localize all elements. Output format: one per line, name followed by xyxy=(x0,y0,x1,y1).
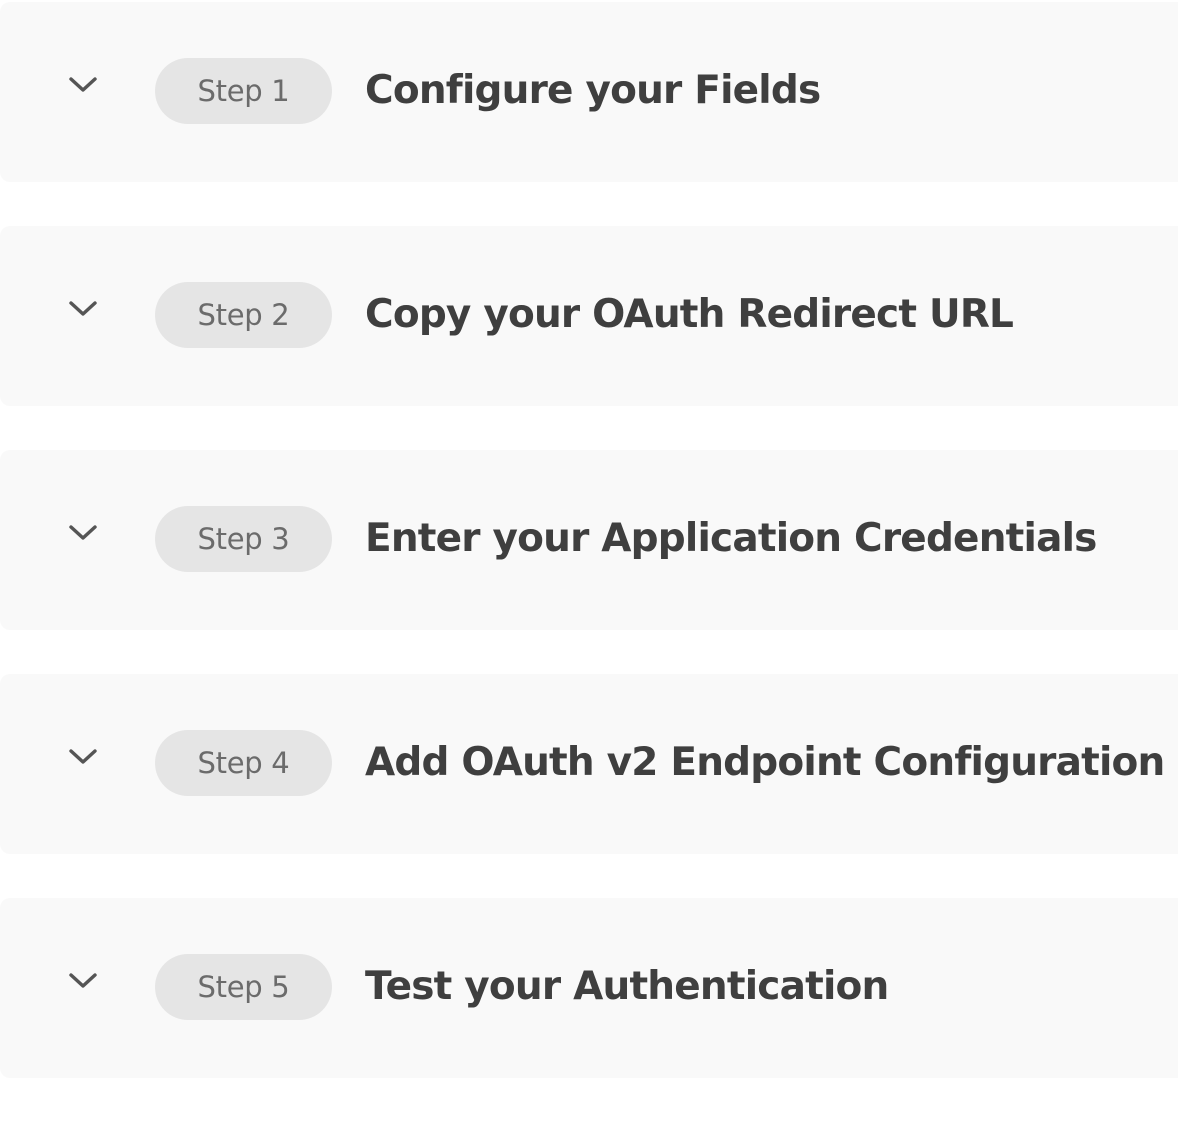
step-title: Copy your OAuth Redirect URL xyxy=(365,292,1014,337)
step-5-header[interactable]: Step 5 Test your Authentication xyxy=(0,898,1178,1078)
step-badge: Step 5 xyxy=(155,954,332,1020)
step-badge: Step 4 xyxy=(155,730,332,796)
step-4-header[interactable]: Step 4 Add OAuth v2 Endpoint Configurati… xyxy=(0,674,1178,854)
step-title: Enter your Application Credentials xyxy=(365,516,1097,561)
step-badge: Step 3 xyxy=(155,506,332,572)
step-title: Add OAuth v2 Endpoint Configuration xyxy=(365,740,1165,785)
step-3-header[interactable]: Step 3 Enter your Application Credential… xyxy=(0,450,1178,630)
chevron-down-icon[interactable] xyxy=(67,522,99,544)
step-title: Configure your Fields xyxy=(365,68,821,113)
step-badge: Step 1 xyxy=(155,58,332,124)
step-badge: Step 2 xyxy=(155,282,332,348)
step-1-header[interactable]: Step 1 Configure your Fields xyxy=(0,2,1178,182)
chevron-down-icon[interactable] xyxy=(67,746,99,768)
chevron-down-icon[interactable] xyxy=(67,970,99,992)
step-2-header[interactable]: Step 2 Copy your OAuth Redirect URL xyxy=(0,226,1178,406)
chevron-down-icon[interactable] xyxy=(67,74,99,96)
step-title: Test your Authentication xyxy=(365,964,889,1009)
steps-list: Step 1 Configure your Fields Step 2 Copy… xyxy=(0,2,1178,1122)
chevron-down-icon[interactable] xyxy=(67,298,99,320)
